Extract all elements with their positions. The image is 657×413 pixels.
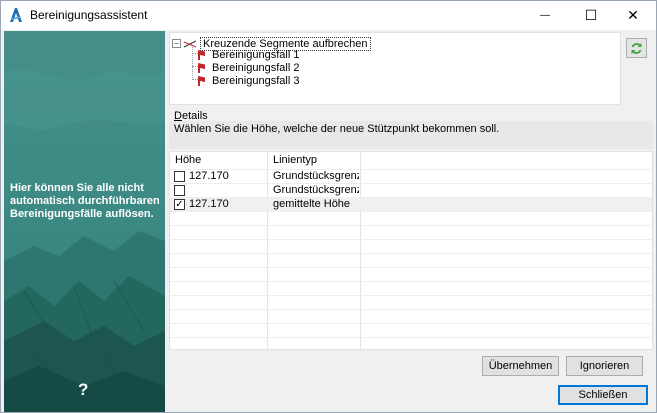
close-icon: ✕ [627,7,639,23]
tree-connector [192,47,193,80]
row-checkbox[interactable] [174,185,185,196]
tree-item-case-1[interactable]: Bereinigungsfall 1 [198,48,299,61]
column-header-linientyp[interactable]: Linientyp [273,154,317,166]
row-checkbox-checked[interactable]: ✓ [174,199,185,210]
row-divider [170,211,652,212]
grid-header: Höhe Linientyp [170,152,652,169]
collapse-icon[interactable]: − [172,39,181,48]
dialog-window: Bereinigungsassistent — ☐ ✕ Hier können … [0,0,657,413]
cell-linientyp: Grundstücksgrenz... [273,184,359,196]
tree-item-case-2[interactable]: Bereinigungsfall 2 [198,61,299,74]
row-divider [170,253,652,254]
side-panel-message: Hier können Sie alle nicht automatisch d… [10,182,160,220]
height-grid[interactable]: Höhe Linientyp 127.170 Grundstücksgrenz.… [169,151,653,350]
row-divider [170,197,652,198]
close-button[interactable]: Schließen [558,385,648,405]
apply-button[interactable]: Übernehmen [482,356,559,376]
tree-item-label: Bereinigungsfall 2 [212,61,300,74]
flag-icon [198,75,205,86]
tree-item-case-3[interactable]: Bereinigungsfall 3 [198,74,299,87]
row-divider [170,267,652,268]
cell-linientyp: gemittelte Höhe [273,198,351,210]
details-panel: Wählen Sie die Höhe, welche der neue Stü… [169,121,653,149]
row-checkbox[interactable] [174,171,185,182]
maximize-button[interactable]: ☐ [568,1,614,30]
row-divider [170,225,652,226]
close-window-button[interactable]: ✕ [610,1,656,30]
table-row[interactable]: 127.170 Grundstücksgrenz... [170,169,652,183]
refresh-icon [631,42,642,54]
row-divider [170,169,652,170]
column-header-hoehe[interactable]: Höhe [175,154,201,166]
minimize-button[interactable]: — [522,1,568,30]
row-divider [170,323,652,324]
side-panel-background-art [4,31,165,412]
side-panel: Hier können Sie alle nicht automatisch d… [4,31,165,412]
row-divider [170,337,652,338]
ignore-button[interactable]: Ignorieren [566,356,643,376]
maximize-icon: ☐ [584,7,598,23]
cleanup-case-tree[interactable]: − Kreuzende Segmente aufbrechen Bereinig… [169,32,621,105]
cell-hoehe: 127.170 [189,170,229,182]
row-divider [170,239,652,240]
details-text: Wählen Sie die Höhe, welche der neue Stü… [174,123,500,135]
refresh-button[interactable] [626,38,647,58]
table-row-selected[interactable]: ✓ 127.170 gemittelte Höhe [170,197,652,211]
app-logo-icon [8,7,24,23]
row-divider [170,183,652,184]
window-title: Bereinigungsassistent [30,8,148,22]
cell-hoehe: 127.170 [189,198,229,210]
break-segments-icon [183,40,197,47]
minimize-icon: — [540,10,550,21]
row-divider [170,295,652,296]
row-divider [170,281,652,282]
row-divider [170,309,652,310]
title-bar: Bereinigungsassistent — ☐ ✕ [1,1,656,30]
table-row[interactable]: Grundstücksgrenz... [170,183,652,197]
tree-item-label: Bereinigungsfall 1 [212,48,300,61]
tree-item-label: Bereinigungsfall 3 [212,74,300,87]
help-icon[interactable]: ? [78,380,88,400]
cell-linientyp: Grundstücksgrenz... [273,170,359,182]
flag-icon [198,49,205,60]
flag-icon [198,62,205,73]
